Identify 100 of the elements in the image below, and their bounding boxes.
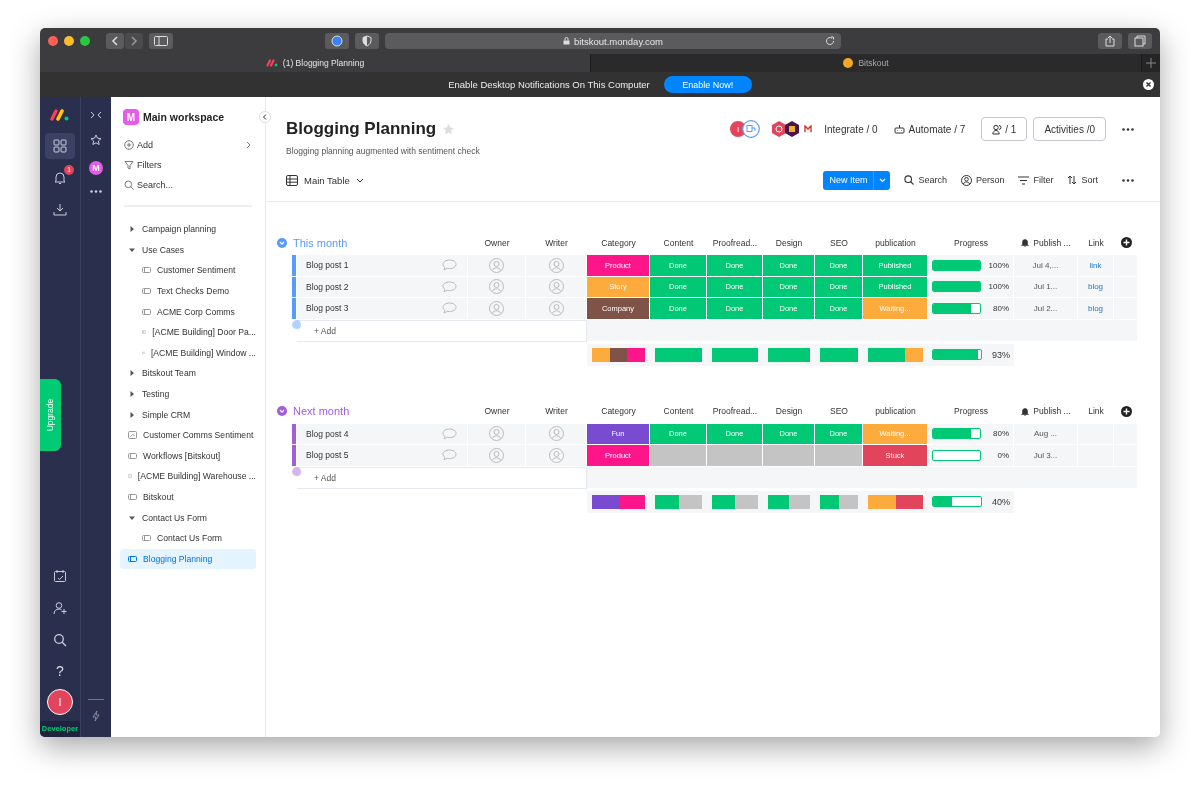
logo-icon[interactable] — [50, 109, 70, 121]
item-cell[interactable]: Blog post 2 — [297, 276, 468, 298]
person-placeholder-icon[interactable] — [489, 426, 504, 442]
user-avatar[interactable]: I — [47, 689, 73, 715]
owner-cell[interactable] — [468, 298, 526, 320]
column-header[interactable]: Link — [1078, 237, 1114, 248]
add-item-field[interactable]: + Add — [297, 319, 587, 342]
comment-icon[interactable] — [442, 280, 457, 293]
tabs-overview-button[interactable] — [1128, 33, 1152, 49]
column-header[interactable]: Writer — [526, 237, 587, 248]
group-toggle-icon[interactable] — [277, 237, 287, 248]
person-placeholder-icon[interactable] — [548, 300, 564, 316]
integrate-button[interactable]: Integrate / 0 — [824, 123, 878, 135]
close-window-button[interactable] — [48, 36, 58, 46]
help-button[interactable]: ? — [56, 663, 64, 679]
person-placeholder-icon[interactable] — [489, 300, 504, 316]
board-list-item[interactable]: Customer Comms Sentiment — [120, 424, 256, 446]
board-list-item[interactable]: Text Checks Demo — [120, 280, 256, 302]
share-button[interactable] — [1098, 33, 1122, 49]
forward-button[interactable] — [125, 33, 143, 49]
address-bar[interactable]: bitskout.monday.com — [385, 33, 841, 49]
back-button[interactable] — [106, 33, 124, 49]
column-header[interactable]: Publish ... — [1014, 237, 1078, 248]
comment-icon[interactable] — [442, 449, 457, 462]
writer-cell[interactable] — [526, 423, 587, 445]
column-header[interactable]: Link — [1078, 406, 1114, 416]
status-label[interactable] — [650, 445, 707, 467]
comment-icon[interactable] — [442, 302, 457, 315]
browser-tab[interactable]: Bitskout — [591, 54, 1142, 72]
item-cell[interactable]: Blog post 1 — [297, 255, 468, 277]
status-label[interactable] — [707, 445, 763, 467]
writer-cell[interactable] — [526, 298, 587, 320]
date-cell[interactable]: Jul 2... — [1014, 298, 1078, 320]
column-header[interactable]: SEO — [815, 406, 863, 416]
person-placeholder-icon[interactable] — [548, 447, 564, 463]
board-list-item[interactable]: Contact Us Form — [120, 527, 256, 549]
column-header[interactable]: Writer — [526, 406, 587, 416]
column-header[interactable]: Proofread... — [707, 406, 763, 416]
more-icon[interactable] — [90, 190, 102, 193]
board-list-item[interactable]: Use Cases — [120, 239, 256, 261]
writer-cell[interactable] — [526, 276, 587, 298]
column-header[interactable]: Progress — [928, 237, 1014, 248]
owner-cell[interactable] — [468, 445, 526, 467]
writer-cell[interactable] — [526, 255, 587, 277]
board-list-item[interactable]: Bitskout Team — [120, 363, 256, 384]
sort-button[interactable]: Sort — [1067, 175, 1098, 185]
date-cell[interactable]: Jul 4,... — [1014, 255, 1078, 277]
column-header[interactable]: Progress — [928, 406, 1014, 416]
activities-button[interactable]: Activities /0 — [1033, 117, 1106, 141]
lightning-icon[interactable] — [92, 711, 100, 721]
board-list-item[interactable]: Campaign planning — [120, 219, 256, 240]
members-button[interactable]: / 1 — [981, 117, 1028, 141]
item-cell[interactable]: Blog post 3 — [297, 298, 468, 320]
owner-cell[interactable] — [468, 276, 526, 298]
extension-button[interactable] — [325, 33, 349, 49]
date-cell[interactable]: Jul 1... — [1014, 276, 1078, 298]
new-tab-icon[interactable] — [1146, 58, 1156, 68]
owner-cell[interactable] — [468, 255, 526, 277]
minimize-window-button[interactable] — [64, 36, 74, 46]
zoom-window-button[interactable] — [80, 36, 90, 46]
person-button[interactable]: Person — [960, 174, 1005, 186]
close-icon[interactable] — [1143, 79, 1154, 90]
date-cell[interactable]: Jul 3... — [1014, 445, 1078, 467]
enable-notifications-button[interactable]: Enable Now! — [663, 76, 752, 93]
item-cell[interactable]: Blog post 5 — [297, 445, 468, 467]
search-button[interactable]: Search — [904, 175, 947, 185]
board-list-item[interactable]: Contact Us Form — [120, 507, 256, 528]
link-cell[interactable]: link — [1078, 255, 1114, 277]
filter-button[interactable]: Filter — [1018, 175, 1054, 185]
column-header[interactable]: Content — [650, 237, 707, 248]
column-header[interactable]: SEO — [815, 237, 863, 248]
board-list-item[interactable]: Bitskout — [120, 486, 256, 508]
column-header[interactable]: Publish ... — [1014, 406, 1078, 416]
filter-action[interactable]: Filters — [120, 155, 256, 175]
column-header[interactable]: Category — [587, 237, 650, 248]
integration-apps-icon[interactable] — [770, 120, 815, 138]
column-header[interactable]: Category — [587, 406, 650, 416]
board-list-item[interactable]: Testing — [120, 383, 256, 405]
shield-button[interactable] — [355, 33, 379, 49]
writer-cell[interactable] — [526, 445, 587, 467]
collapse-panel-icon[interactable] — [259, 111, 271, 123]
board-owner-icon[interactable] — [742, 120, 761, 138]
link-cell[interactable]: blog — [1078, 276, 1114, 298]
status-label[interactable] — [763, 445, 815, 467]
person-placeholder-icon[interactable] — [489, 447, 504, 463]
person-placeholder-icon[interactable] — [548, 257, 564, 273]
person-placeholder-icon[interactable] — [548, 426, 564, 442]
workspaces-icon[interactable] — [45, 133, 75, 159]
person-placeholder-icon[interactable] — [489, 279, 504, 295]
search-action[interactable]: Search... — [120, 175, 256, 195]
link[interactable]: blog — [1087, 282, 1104, 292]
add-column-icon[interactable] — [1120, 237, 1132, 248]
sidebar-button[interactable] — [149, 33, 173, 49]
column-header[interactable]: Owner — [468, 237, 526, 248]
column-header[interactable]: Content — [650, 406, 707, 416]
more-icon[interactable] — [1122, 178, 1134, 182]
column-header[interactable]: Design — [763, 237, 815, 248]
workspace-name[interactable]: Main workspace — [143, 111, 225, 123]
add-item-field[interactable]: + Add — [297, 466, 587, 489]
board-list-item[interactable]: Customer Sentiment — [120, 260, 256, 281]
